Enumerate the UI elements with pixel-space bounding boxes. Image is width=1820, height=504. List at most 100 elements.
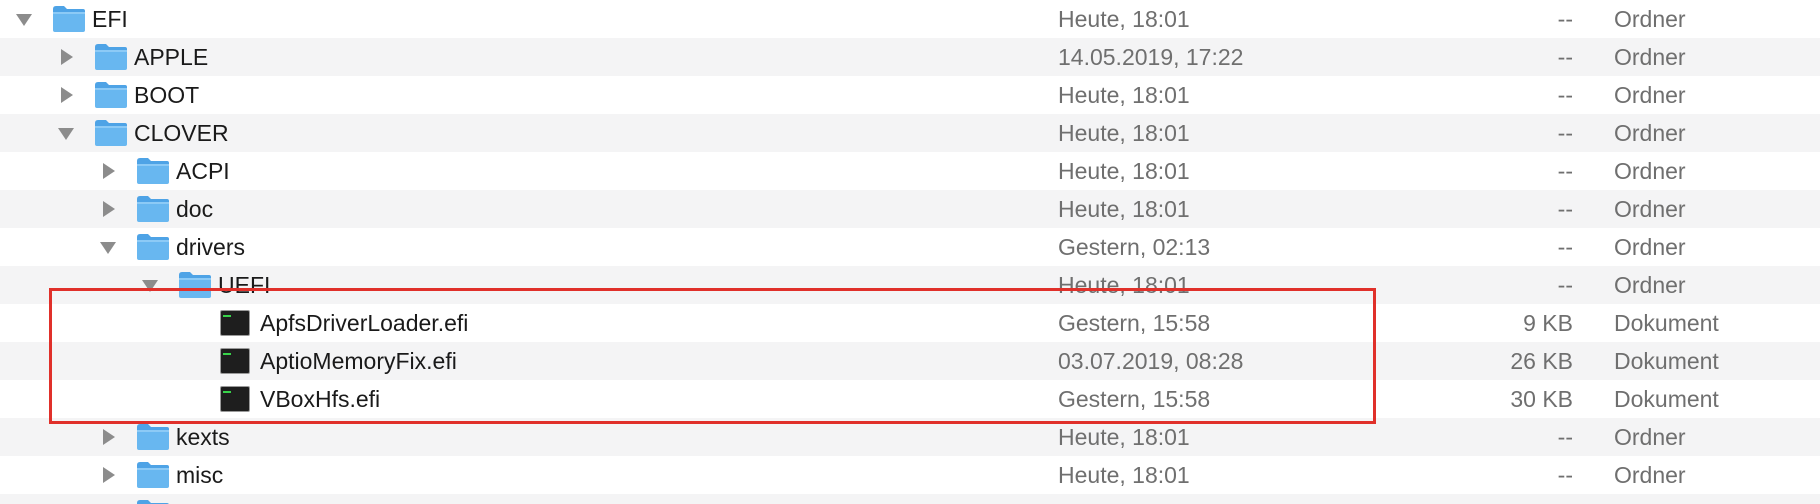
finder-list-view: EFI Heute, 18:01 -- Ordner APPLE 14.05.2019, … xyxy=(0,0,1820,504)
date-modified-cell: Heute, 18:01 xyxy=(1058,6,1190,32)
kind-cell: Ordner xyxy=(1614,44,1686,70)
disclosure-triangle-collapsed-icon[interactable] xyxy=(96,190,120,228)
file-row[interactable]: VBoxHfs.efi Gestern, 15:58 30 KB Dokument xyxy=(0,380,1820,418)
date-modified-cell: 03.07.2019, 08:28 xyxy=(1058,348,1244,374)
name-cell: ApfsDriverLoader.efi xyxy=(0,304,1040,342)
size-cell: -- xyxy=(1557,272,1573,298)
folder-icon xyxy=(94,119,128,147)
item-name: VBoxHfs.efi xyxy=(260,386,381,412)
date-modified-cell: Heute, 18:01 xyxy=(1058,424,1190,450)
folder-icon xyxy=(52,5,86,33)
size-cell: -- xyxy=(1557,462,1573,488)
kind-cell: Ordner xyxy=(1614,6,1686,32)
date-modified-cell: Gestern, 15:58 xyxy=(1058,310,1211,336)
kind-cell: Ordner xyxy=(1614,158,1686,184)
kind-cell: Ordner xyxy=(1614,120,1686,146)
size-cell: -- xyxy=(1557,196,1573,222)
kind-cell: Dokument xyxy=(1614,310,1719,336)
folder-row[interactable]: CLOVER Heute, 18:01 -- Ordner xyxy=(0,114,1820,152)
kind-cell: Ordner xyxy=(1614,196,1686,222)
folder-icon xyxy=(136,461,170,489)
disclosure-triangle-expanded-icon[interactable] xyxy=(12,0,36,38)
name-cell: misc xyxy=(0,456,1040,494)
date-modified-cell: Heute, 18:01 xyxy=(1058,158,1190,184)
kind-cell: Ordner xyxy=(1614,424,1686,450)
date-modified-cell: Heute, 18:01 xyxy=(1058,82,1190,108)
name-cell: ACPI xyxy=(0,152,1040,190)
folder-icon xyxy=(136,499,170,504)
item-name: ApfsDriverLoader.efi xyxy=(260,310,469,336)
name-cell: BOOT xyxy=(0,76,1040,114)
name-cell: CLOVER xyxy=(0,114,1040,152)
size-cell: -- xyxy=(1557,120,1573,146)
folder-row[interactable]: UEFI Heute, 18:01 -- Ordner xyxy=(0,266,1820,304)
item-name: UEFI xyxy=(218,272,271,298)
folder-row[interactable]: EFI Heute, 18:01 -- Ordner xyxy=(0,0,1820,38)
size-cell: -- xyxy=(1557,6,1573,32)
folder-row[interactable]: ACPI Heute, 18:01 -- Ordner xyxy=(0,152,1820,190)
folder-row[interactable]: APPLE 14.05.2019, 17:22 -- Ordner xyxy=(0,38,1820,76)
item-name: drivers xyxy=(176,234,246,260)
kind-cell: Dokument xyxy=(1614,348,1719,374)
date-modified-cell: Gestern, 02:13 xyxy=(1058,234,1211,260)
item-name: APPLE xyxy=(134,44,209,70)
folder-icon xyxy=(136,157,170,185)
disclosure-triangle-expanded-icon[interactable] xyxy=(54,114,78,152)
folder-icon xyxy=(136,423,170,451)
executable-icon xyxy=(220,310,250,336)
folder-row[interactable]: BOOT Heute, 18:01 -- Ordner xyxy=(0,76,1820,114)
disclosure-triangle-collapsed-icon[interactable] xyxy=(96,456,120,494)
size-cell: -- xyxy=(1557,44,1573,70)
kind-cell: Ordner xyxy=(1614,462,1686,488)
folder-row[interactable]: kexts Heute, 18:01 -- Ordner xyxy=(0,418,1820,456)
disclosure-triangle-expanded-icon[interactable] xyxy=(138,266,162,304)
date-modified-cell: Heute, 18:01 xyxy=(1058,196,1190,222)
folder-icon xyxy=(136,195,170,223)
size-cell: -- xyxy=(1557,158,1573,184)
folder-row[interactable]: drivers Gestern, 02:13 -- Ordner xyxy=(0,228,1820,266)
date-modified-cell: 14.05.2019, 17:22 xyxy=(1058,44,1244,70)
size-cell: 30 KB xyxy=(1510,386,1573,412)
size-cell: 9 KB xyxy=(1523,310,1573,336)
executable-icon xyxy=(220,386,250,412)
item-name: kexts xyxy=(176,424,230,450)
date-modified-cell: Heute, 18:01 xyxy=(1058,272,1190,298)
size-cell: -- xyxy=(1557,234,1573,260)
date-modified-cell: Heute, 18:01 xyxy=(1058,120,1190,146)
disclosure-triangle-collapsed-icon[interactable] xyxy=(96,152,120,190)
size-cell: 26 KB xyxy=(1510,348,1573,374)
disclosure-triangle-collapsed-icon[interactable] xyxy=(54,76,78,114)
disclosure-triangle-collapsed-icon[interactable] xyxy=(54,38,78,76)
folder-row[interactable]: misc Heute, 18:01 -- Ordner xyxy=(0,456,1820,494)
name-cell: APPLE xyxy=(0,38,1040,76)
item-name: EFI xyxy=(92,6,128,32)
folder-icon xyxy=(178,271,212,299)
folder-icon xyxy=(94,81,128,109)
disclosure-triangle-expanded-icon[interactable] xyxy=(96,228,120,266)
name-cell: AptioMemoryFix.efi xyxy=(0,342,1040,380)
kind-cell: Ordner xyxy=(1614,234,1686,260)
kind-cell: Ordner xyxy=(1614,82,1686,108)
date-modified-cell: Heute, 18:01 xyxy=(1058,462,1190,488)
item-name: misc xyxy=(176,462,224,488)
size-cell: -- xyxy=(1557,82,1573,108)
file-list: EFI Heute, 18:01 -- Ordner APPLE 14.05.2019, … xyxy=(0,0,1820,504)
date-modified-cell: Gestern, 15:58 xyxy=(1058,386,1211,412)
folder-icon xyxy=(136,233,170,261)
name-cell: VBoxHfs.efi xyxy=(0,380,1040,418)
item-name: CLOVER xyxy=(134,120,229,146)
name-cell: EFI xyxy=(0,0,1040,38)
name-cell: kexts xyxy=(0,418,1040,456)
kind-cell: Dokument xyxy=(1614,386,1719,412)
folder-row-partial[interactable] xyxy=(0,494,1820,504)
item-name: ACPI xyxy=(176,158,230,184)
folder-row[interactable]: doc Heute, 18:01 -- Ordner xyxy=(0,190,1820,228)
disclosure-triangle-collapsed-icon[interactable] xyxy=(96,418,120,456)
file-row[interactable]: AptioMemoryFix.efi 03.07.2019, 08:28 26 KB… xyxy=(0,342,1820,380)
executable-icon xyxy=(220,348,250,374)
folder-icon xyxy=(94,43,128,71)
name-cell: UEFI xyxy=(0,266,1040,304)
kind-cell: Ordner xyxy=(1614,272,1686,298)
item-name: AptioMemoryFix.efi xyxy=(260,348,457,374)
file-row[interactable]: ApfsDriverLoader.efi Gestern, 15:58 9 KB Do… xyxy=(0,304,1820,342)
